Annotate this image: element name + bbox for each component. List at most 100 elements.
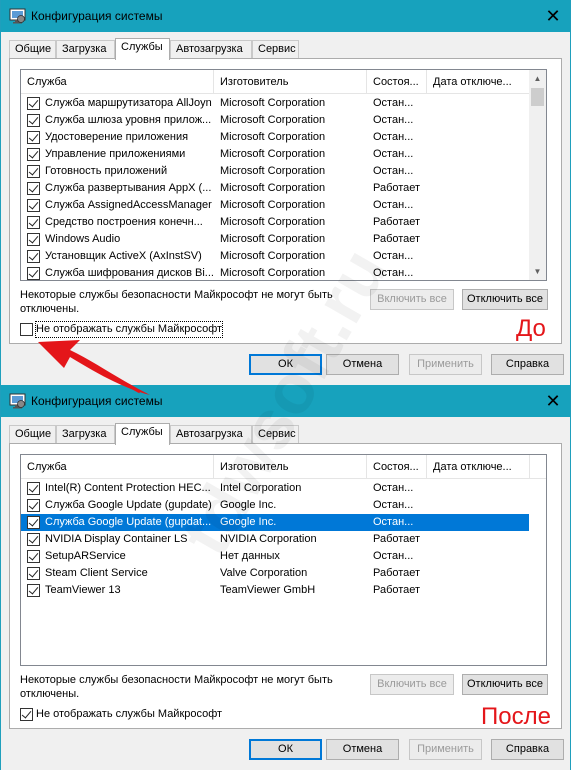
service-row[interactable]: Служба шифрования дисков Bi... Microsoft … bbox=[21, 265, 529, 280]
ok-button[interactable]: ОК bbox=[249, 739, 322, 760]
service-row[interactable]: Удостоверение приложения Microsoft Corpor… bbox=[21, 129, 529, 146]
tab-services[interactable]: Службы bbox=[115, 423, 170, 445]
column-header-disabled-date[interactable]: Дата отключе... bbox=[427, 455, 530, 479]
column-header-manufacturer[interactable]: Изготовитель bbox=[214, 455, 367, 479]
scroll-down-icon[interactable]: ▼ bbox=[529, 263, 546, 280]
service-name: Intel(R) Content Protection HEC... bbox=[45, 482, 211, 494]
title-bar[interactable]: Конфигурация системы ✕ bbox=[1, 0, 570, 32]
service-checkbox[interactable] bbox=[27, 482, 40, 495]
service-row[interactable]: SetupARService Нет данных Остан... bbox=[21, 548, 529, 565]
service-status: Остан... bbox=[373, 499, 414, 511]
help-button[interactable]: Справка bbox=[491, 354, 564, 375]
service-row[interactable]: Служба шлюза уровня прилож... Microsoft C… bbox=[21, 112, 529, 129]
service-name: NVIDIA Display Container LS bbox=[45, 533, 188, 545]
hide-ms-label[interactable]: Не отображать службы Майкрософт bbox=[36, 707, 222, 722]
service-checkbox[interactable] bbox=[27, 550, 40, 563]
apply-button[interactable]: Применить bbox=[409, 354, 482, 375]
enable-all-button[interactable]: Включить все bbox=[370, 674, 454, 695]
service-row[interactable]: Служба AssignedAccessManager Microsoft Co… bbox=[21, 197, 529, 214]
service-manufacturer: Intel Corporation bbox=[220, 482, 302, 494]
service-row[interactable]: Установщик ActiveX (AxInstSV) Microsoft C… bbox=[21, 248, 529, 265]
service-checkbox[interactable] bbox=[27, 567, 40, 580]
service-checkbox[interactable] bbox=[27, 233, 40, 246]
service-row[interactable]: Steam Client Service Valve Corporation Раб… bbox=[21, 565, 529, 582]
services-list[interactable]: Служба Изготовитель Состоя... Дата отключе.… bbox=[20, 454, 547, 666]
service-checkbox[interactable] bbox=[27, 165, 40, 178]
service-manufacturer: Microsoft Corporation bbox=[220, 114, 326, 126]
service-manufacturer: Google Inc. bbox=[220, 516, 277, 528]
service-checkbox[interactable] bbox=[27, 584, 40, 597]
column-header-service[interactable]: Служба bbox=[21, 70, 214, 94]
service-checkbox[interactable] bbox=[27, 516, 40, 529]
service-name: Средство построения конечн... bbox=[45, 216, 203, 228]
service-status: Остан... bbox=[373, 550, 414, 562]
service-status: Остан... bbox=[373, 114, 414, 126]
services-list[interactable]: Служба Изготовитель Состоя... Дата отключе.… bbox=[20, 69, 547, 281]
service-manufacturer: Microsoft Corporation bbox=[220, 97, 326, 109]
service-checkbox[interactable] bbox=[27, 97, 40, 110]
title-bar[interactable]: Конфигурация системы ✕ bbox=[1, 385, 570, 417]
service-name: Готовность приложений bbox=[45, 165, 168, 177]
service-checkbox[interactable] bbox=[27, 148, 40, 161]
scroll-up-icon[interactable]: ▲ bbox=[529, 70, 546, 87]
column-header-service[interactable]: Служба bbox=[21, 455, 214, 479]
service-manufacturer: Microsoft Corporation bbox=[220, 148, 326, 160]
service-manufacturer: Microsoft Corporation bbox=[220, 267, 326, 279]
service-status: Остан... bbox=[373, 97, 414, 109]
service-row[interactable]: Управление приложениями Microsoft Corpora… bbox=[21, 146, 529, 163]
service-row[interactable]: Служба развертывания AppX (... Microsoft … bbox=[21, 180, 529, 197]
tab-boot[interactable]: Загрузка bbox=[56, 40, 115, 59]
service-row[interactable]: Готовность приложений Microsoft Corporati… bbox=[21, 163, 529, 180]
tab-tools[interactable]: Сервис bbox=[252, 40, 299, 59]
cancel-button[interactable]: Отмена bbox=[326, 354, 399, 375]
tab-boot[interactable]: Загрузка bbox=[56, 425, 115, 444]
tab-general[interactable]: Общие bbox=[9, 40, 56, 59]
service-status: Работает bbox=[373, 584, 421, 596]
column-header-status[interactable]: Состоя... bbox=[367, 70, 427, 94]
help-button[interactable]: Справка bbox=[491, 739, 564, 760]
column-header-status[interactable]: Состоя... bbox=[367, 455, 427, 479]
hide-ms-label[interactable]: Не отображать службы Майкрософт bbox=[34, 321, 224, 338]
service-status: Остан... bbox=[373, 250, 414, 262]
service-checkbox[interactable] bbox=[27, 199, 40, 212]
enable-all-button[interactable]: Включить все bbox=[370, 289, 454, 310]
service-checkbox[interactable] bbox=[27, 131, 40, 144]
service-status: Остан... bbox=[373, 482, 414, 494]
tab-startup[interactable]: Автозагрузка bbox=[170, 425, 252, 444]
service-checkbox[interactable] bbox=[27, 114, 40, 127]
apply-button[interactable]: Применить bbox=[409, 739, 482, 760]
column-header-disabled-date[interactable]: Дата отключе... bbox=[427, 70, 530, 94]
service-checkbox[interactable] bbox=[27, 250, 40, 263]
service-name: Удостоверение приложения bbox=[45, 131, 189, 143]
service-row[interactable]: Intel(R) Content Protection HEC... Intel … bbox=[21, 480, 529, 497]
tab-general[interactable]: Общие bbox=[9, 425, 56, 444]
cancel-button[interactable]: Отмена bbox=[326, 739, 399, 760]
close-icon[interactable]: ✕ bbox=[542, 5, 564, 27]
hide-ms-checkbox[interactable] bbox=[20, 323, 33, 336]
service-row[interactable]: Служба Google Update (gupdat... Google In… bbox=[21, 514, 529, 531]
tab-services[interactable]: Службы bbox=[115, 38, 170, 60]
tab-tools[interactable]: Сервис bbox=[252, 425, 299, 444]
vertical-scrollbar[interactable]: ▲ ▼ bbox=[529, 70, 546, 280]
service-checkbox[interactable] bbox=[27, 182, 40, 195]
column-header-manufacturer[interactable]: Изготовитель bbox=[214, 70, 367, 94]
service-row[interactable]: TeamViewer 13 TeamViewer GmbH Работает bbox=[21, 582, 529, 599]
service-row[interactable]: NVIDIA Display Container LS NVIDIA Corpor… bbox=[21, 531, 529, 548]
service-row[interactable]: Windows Audio Microsoft Corporation Работа… bbox=[21, 231, 529, 248]
service-name: Служба развертывания AppX (... bbox=[45, 182, 212, 194]
hide-ms-checkbox[interactable] bbox=[20, 708, 33, 721]
service-row[interactable]: Служба маршрутизатора AllJoyn Microsoft C… bbox=[21, 95, 529, 112]
disable-all-button[interactable]: Отключить все bbox=[462, 674, 548, 695]
service-checkbox[interactable] bbox=[27, 533, 40, 546]
ok-button[interactable]: ОК bbox=[249, 354, 322, 375]
ms-services-note: Некоторые службы безопасности Майкрософт… bbox=[20, 674, 333, 700]
service-checkbox[interactable] bbox=[27, 216, 40, 229]
close-icon[interactable]: ✕ bbox=[542, 390, 564, 412]
service-row[interactable]: Служба Google Update (gupdate) Google Inc… bbox=[21, 497, 529, 514]
scroll-thumb[interactable] bbox=[531, 88, 544, 106]
service-row[interactable]: Средство построения конечн... Microsoft C… bbox=[21, 214, 529, 231]
tab-startup[interactable]: Автозагрузка bbox=[170, 40, 252, 59]
service-checkbox[interactable] bbox=[27, 267, 40, 280]
service-checkbox[interactable] bbox=[27, 499, 40, 512]
disable-all-button[interactable]: Отключить все bbox=[462, 289, 548, 310]
